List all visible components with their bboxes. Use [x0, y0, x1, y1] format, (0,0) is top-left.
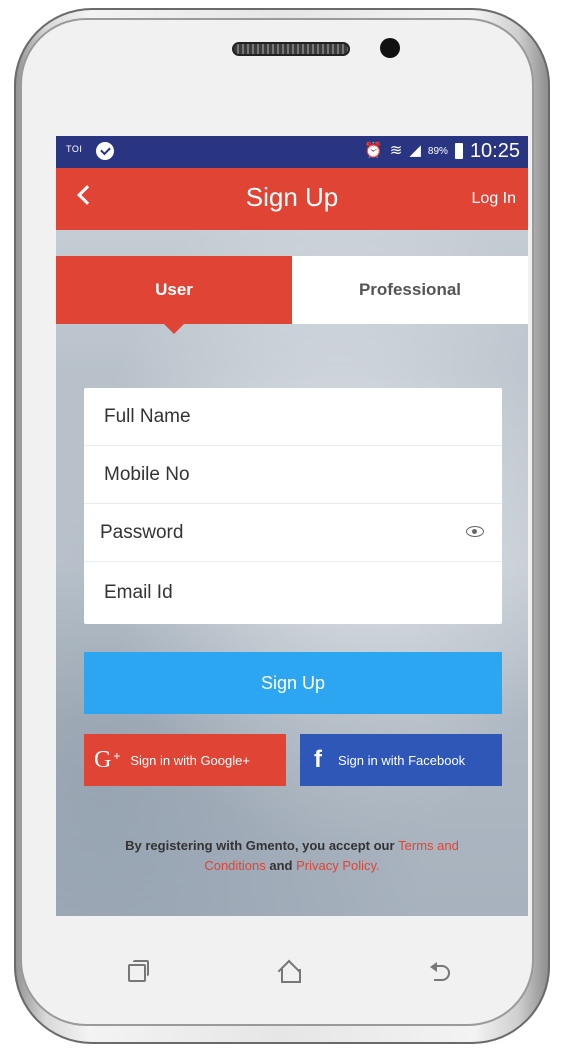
email-field[interactable]: Email Id [84, 562, 502, 624]
battery-icon [454, 143, 463, 159]
signup-button[interactable]: Sign Up [84, 652, 502, 714]
google-signin-button[interactable]: G + Sign in with Google+ [84, 734, 286, 786]
facebook-icon: f [314, 746, 322, 773]
back-icon[interactable] [430, 960, 454, 984]
facebook-signin-button[interactable]: f Sign in with Facebook [300, 734, 502, 786]
password-field[interactable]: Password [84, 504, 502, 562]
front-camera [380, 38, 400, 58]
status-bar: TOI ⏰ ≋ ◢ 89% 10:25 [56, 136, 528, 168]
status-clock: 10:25 [469, 139, 520, 162]
password-placeholder: Password [100, 521, 184, 543]
tab-user[interactable]: User [56, 256, 292, 334]
google-plus-icon: G [94, 746, 112, 773]
terms-middle: and [265, 858, 297, 873]
screen: TOI ⏰ ≋ ◢ 89% 10:25 Sign Up Log In User … [56, 136, 528, 916]
recent-apps-icon[interactable] [128, 960, 152, 984]
signup-form: Full Name Mobile No Password Email Id [84, 388, 502, 624]
google-signin-label: Sign in with Google+ [130, 752, 250, 768]
full-name-field[interactable]: Full Name [84, 388, 502, 446]
wifi-icon: ≋ [389, 142, 403, 159]
tab-professional[interactable]: Professional [292, 256, 528, 324]
mobile-number-field[interactable]: Mobile No [84, 446, 502, 504]
login-link[interactable]: Log In [472, 190, 516, 208]
home-icon[interactable] [278, 960, 302, 984]
google-plus-sign: + [113, 749, 121, 763]
email-placeholder: Email Id [104, 582, 173, 603]
alarm-icon: ⏰ [364, 142, 383, 159]
terms-prefix: By registering with Gmento, you accept o… [125, 838, 399, 853]
page-title: Sign Up [245, 182, 339, 212]
carrier-label: TOI [66, 144, 83, 154]
status-icons: ⏰ ≋ ◢ 89% 10:25 [364, 139, 520, 163]
speaker-grille [232, 42, 350, 56]
notification-check-icon [96, 142, 114, 160]
privacy-link[interactable]: Privacy Policy. [296, 858, 380, 873]
app-bar: Sign Up Log In [56, 168, 528, 230]
facebook-signin-label: Sign in with Facebook [338, 752, 466, 768]
signal-icon: ◢ [409, 142, 421, 159]
battery-percent: 89% [427, 145, 448, 157]
mobile-number-placeholder: Mobile No [104, 463, 190, 485]
eye-icon[interactable] [466, 526, 484, 537]
full-name-placeholder: Full Name [104, 405, 191, 427]
account-type-tabs: User Professional [56, 256, 528, 334]
terms-notice: By registering with Gmento, you accept o… [96, 836, 488, 876]
